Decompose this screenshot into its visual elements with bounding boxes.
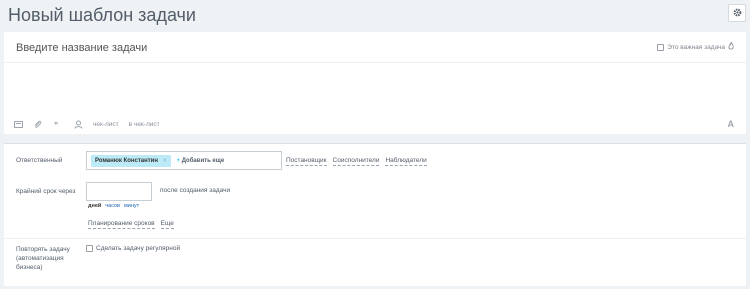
deadline-links: Планирование сроков Еще bbox=[88, 220, 174, 229]
role-links: Постановщик Соисполнители Наблюдатели bbox=[286, 157, 427, 166]
add-checklist-button[interactable]: в чек-лист bbox=[129, 121, 160, 128]
deadline-units: дней часов минут bbox=[88, 203, 139, 209]
add-more-label: Добавить еще bbox=[181, 157, 225, 164]
tag-remove-icon[interactable]: × bbox=[163, 158, 167, 164]
gear-icon bbox=[733, 4, 742, 22]
responsible-selector[interactable]: Романюк Константин × + Добавить еще bbox=[86, 151, 282, 170]
task-settings: Ответственный Романюк Константин × + Доб… bbox=[4, 143, 746, 286]
editor-toolbar: ❞ чек-лист в чек-лист bbox=[13, 119, 160, 129]
important-checkbox[interactable] bbox=[657, 43, 665, 51]
unit-days[interactable]: дней bbox=[88, 203, 101, 209]
role-link-creator[interactable]: Постановщик bbox=[286, 157, 327, 166]
unit-hours[interactable]: часов bbox=[105, 203, 120, 209]
important-label: Это важная задача bbox=[667, 43, 725, 51]
checklist-button[interactable]: чек-лист bbox=[93, 121, 119, 128]
unit-minutes[interactable]: минут bbox=[124, 203, 139, 209]
title-divider bbox=[4, 62, 746, 63]
deadline-input[interactable] bbox=[86, 182, 152, 201]
task-title-input[interactable]: Введите название задачи bbox=[16, 42, 147, 54]
svg-text:❞: ❞ bbox=[54, 121, 58, 128]
recurring-toggle[interactable]: Сделать задачу регулярной bbox=[86, 245, 180, 252]
task-editor: Введите название задачи Это важная задач… bbox=[4, 32, 746, 134]
repeat-label-line: Повторять задачу bbox=[16, 246, 70, 253]
responsible-label: Ответственный bbox=[16, 157, 63, 164]
text-format-icon[interactable]: A bbox=[728, 119, 735, 129]
attachment-icon[interactable] bbox=[33, 119, 43, 129]
responsible-tag[interactable]: Романюк Константин × bbox=[91, 154, 171, 167]
flame-icon bbox=[728, 41, 734, 52]
role-link-participants[interactable]: Соисполнители bbox=[332, 157, 380, 166]
role-link-observers[interactable]: Наблюдатели bbox=[385, 157, 427, 166]
deadline-label: Крайний срок через bbox=[16, 188, 76, 195]
section-divider bbox=[4, 238, 746, 239]
recurring-label: Сделать задачу регулярной bbox=[96, 245, 181, 252]
responsible-tag-name: Романюк Константин bbox=[95, 157, 158, 164]
repeat-label-line: (автоматизация bbox=[16, 255, 64, 262]
planning-link[interactable]: Планирование сроков bbox=[88, 220, 155, 229]
plus-icon: + bbox=[176, 157, 181, 164]
video-icon[interactable] bbox=[13, 119, 23, 129]
settings-button[interactable] bbox=[728, 4, 746, 22]
quote-icon[interactable]: ❞ bbox=[53, 119, 63, 129]
recurring-checkbox[interactable] bbox=[86, 245, 93, 252]
more-link[interactable]: Еще bbox=[160, 220, 174, 229]
repeat-label-line: бизнеса) bbox=[16, 264, 43, 271]
deadline-after-text: после создания задачи bbox=[160, 187, 231, 194]
add-more-button[interactable]: + Добавить еще bbox=[177, 158, 225, 164]
repeat-label: Повторять задачу (автоматизация бизнеса) bbox=[16, 245, 70, 272]
page-title: Новый шаблон задачи bbox=[8, 5, 196, 25]
important-toggle[interactable]: Это важная задача bbox=[657, 41, 734, 52]
user-icon[interactable] bbox=[73, 119, 83, 129]
